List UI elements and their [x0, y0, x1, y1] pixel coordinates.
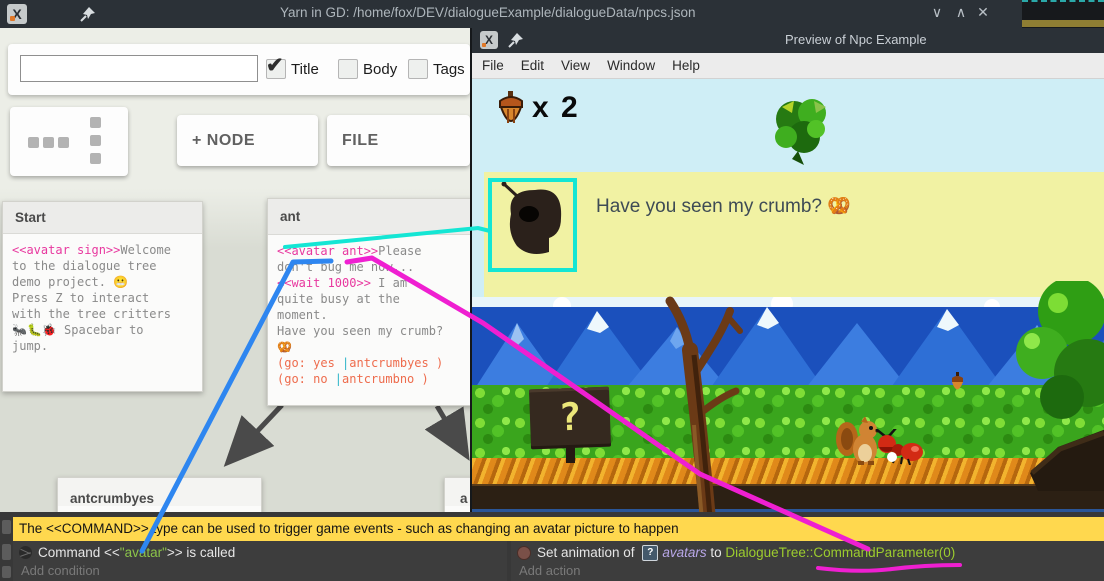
node-body[interactable]: <<avatar sign>>Welcometo the dialogue tr…: [3, 234, 202, 362]
maximize-button[interactable]: ∧: [950, 4, 972, 21]
ground-lower: [472, 484, 1104, 512]
bush-sprite: [768, 93, 834, 165]
event-action-row[interactable]: Set animation of ?avatars to DialogueTre…: [511, 541, 1104, 581]
preview-menubar: File Edit View Window Help: [472, 53, 1104, 79]
layout-square-icon: [90, 117, 101, 128]
search-input[interactable]: [20, 55, 258, 82]
log-sprite: [1030, 429, 1104, 491]
menu-edit[interactable]: Edit: [521, 58, 544, 73]
red-ant-sprite: [874, 429, 926, 465]
events-panel: The <<COMMAND>> type can be used to trig…: [0, 512, 1104, 581]
node-title[interactable]: ant: [268, 199, 473, 235]
menu-view[interactable]: View: [561, 58, 590, 73]
layout-square-icon: [43, 137, 54, 148]
title-checkbox[interactable]: ✔: [266, 59, 286, 79]
item-count-label: x 2: [532, 91, 580, 125]
acorn-hud-icon: [496, 91, 526, 135]
screen: { "yarn_window": { "title": "Yarn in GD:…: [0, 0, 1104, 581]
dialogue-text: Have you seen my crumb? 🥨: [596, 194, 851, 218]
layout-square-icon: [90, 135, 101, 146]
menu-file[interactable]: File: [482, 58, 504, 73]
gutter-handle[interactable]: [2, 520, 11, 534]
add-condition-button[interactable]: Add condition: [21, 563, 100, 578]
title-checkbox-label: Title: [291, 61, 319, 78]
node-body[interactable]: <<avatar ant>>Pleasedon't bug me now...<…: [268, 235, 473, 395]
background-window-fragment: [1022, 0, 1104, 29]
node-title[interactable]: Start: [3, 202, 202, 234]
acorn-item-sprite: [950, 372, 965, 397]
node-start[interactable]: Start <<avatar sign>>Welcometo the dialo…: [2, 201, 203, 392]
search-toolbar: ✔ Title Body Tags: [8, 44, 470, 95]
node-title[interactable]: antcrumbyes: [58, 478, 261, 506]
layout-square-icon: [90, 153, 101, 164]
preview-titlebar: X Preview of Npc Example: [472, 28, 1104, 53]
question-sign: ?: [529, 387, 611, 450]
menu-help[interactable]: Help: [672, 58, 700, 73]
layout-square-icon: [58, 137, 69, 148]
game-viewport[interactable]: x 2 Have you seen my: [472, 79, 1104, 512]
gutter-handle[interactable]: [2, 566, 11, 578]
sprite-object-icon: [517, 546, 531, 560]
dialogue-box: Have you seen my crumb? 🥨: [484, 172, 1104, 297]
checkmark-icon: ✔: [266, 53, 284, 78]
add-node-button[interactable]: + NODE: [177, 115, 318, 166]
layout-square-icon: [28, 137, 39, 148]
background-window-strip: [1022, 20, 1104, 27]
node-ant[interactable]: ant <<avatar ant>>Pleasedon't bug me now…: [267, 198, 474, 406]
yarn-window-title: Yarn in GD: /home/fox/DEV/dialogueExampl…: [280, 5, 695, 20]
body-checkbox[interactable]: [338, 59, 358, 79]
ant-avatar: [499, 180, 571, 264]
close-button[interactable]: ✕: [972, 4, 994, 21]
tip-bar: The <<COMMAND>> type can be used to trig…: [13, 517, 1104, 541]
dead-tree-sprite: [650, 295, 770, 512]
preview-window: X Preview of Npc Example File Edit View …: [470, 28, 1104, 512]
body-checkbox-label: Body: [363, 61, 397, 78]
tree-foliage-sprite: [996, 281, 1104, 426]
layout-widget[interactable]: [10, 107, 128, 176]
preview-window-title: Preview of Npc Example: [785, 32, 927, 47]
event-condition-row[interactable]: Command <<"avatar">> is called Add condi…: [13, 541, 507, 581]
add-action-button[interactable]: Add action: [519, 563, 580, 578]
condition-text: Command <<"avatar">> is called: [38, 545, 235, 560]
yarn-window-titlebar: X Yarn in GD: /home/fox/DEV/dialogueExam…: [0, 0, 1104, 28]
yarn-ball-icon: [19, 546, 32, 559]
menu-window[interactable]: Window: [607, 58, 655, 73]
minimize-button[interactable]: ∨: [926, 4, 948, 21]
pin-icon[interactable]: [80, 6, 96, 22]
pin-icon[interactable]: [508, 32, 524, 48]
tags-checkbox[interactable]: [408, 59, 428, 79]
tags-checkbox-label: Tags: [433, 61, 465, 78]
yarn-app-icon: X: [7, 4, 27, 24]
yarn-app-icon: X: [480, 31, 498, 49]
file-button[interactable]: FILE: [327, 115, 470, 166]
action-text: Set animation of ?avatars to DialogueTre…: [537, 545, 955, 561]
gutter-handle[interactable]: [2, 544, 11, 560]
